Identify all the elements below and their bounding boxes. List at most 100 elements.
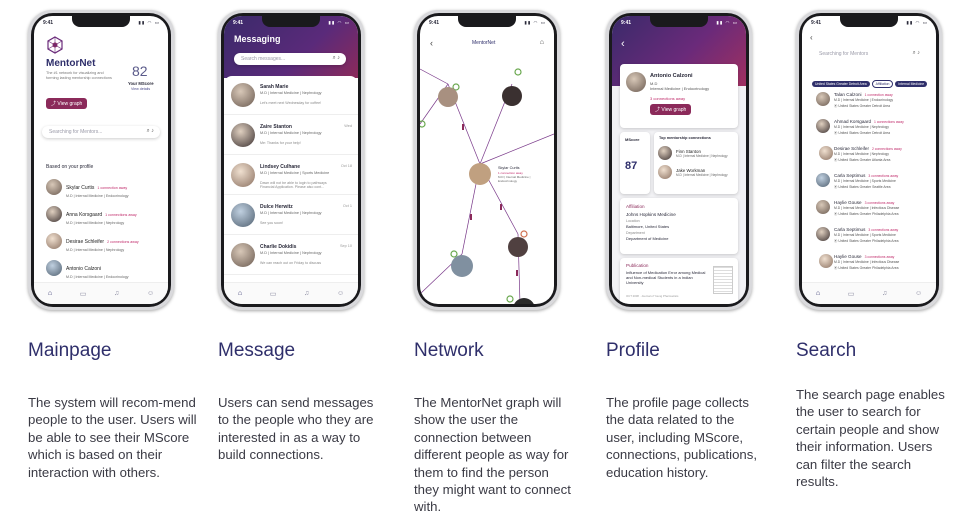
thread-meta: M.D | Internal Medicine | Nephrology: [260, 91, 322, 95]
result-item[interactable]: Carla Septimus 3 connections away M.D | In…: [816, 171, 930, 197]
thread-preview: Let's meet next Wednesday for coffee!: [260, 101, 322, 105]
thread-preview: Me: Thanks for your help!: [260, 141, 301, 145]
home-icon[interactable]: ⌂: [816, 290, 820, 297]
avatar: [231, 243, 255, 267]
message-thread[interactable]: Sarah Marie M.D | Internal Medicine | Nep…: [224, 76, 358, 115]
back-icon[interactable]: ‹: [810, 33, 813, 42]
thread-meta: M.D | Internal Medicine | Nephrology: [260, 251, 322, 255]
avatar: [46, 233, 62, 249]
department-label: Department: [626, 231, 645, 235]
publication-card[interactable]: Publication Influence of Medication Erro…: [620, 258, 738, 304]
mscore-value: 82: [132, 63, 148, 79]
result-item[interactable]: Talan Calzoni 1 connection away M.D | Inte…: [816, 90, 930, 116]
list-item[interactable]: Anna Korsgaard 1 connections away M.D | In…: [46, 203, 164, 225]
connection-distance: 2 connections away: [107, 240, 139, 244]
connection-distance: 1 connection away: [97, 186, 128, 190]
search-icon: ⌕ ♪: [912, 50, 920, 56]
person-name: Skylar Curtis: [66, 185, 95, 191]
focus-name: Skylar Curtis: [498, 166, 520, 170]
status-icons: ▮▮ ◠ ▭: [138, 20, 160, 25]
user-icon[interactable]: ☺: [915, 290, 922, 297]
result-item[interactable]: Haylie Gouse 3 connections away M.D | Inte…: [816, 252, 930, 278]
page-title: Messaging: [234, 34, 281, 44]
bell-icon[interactable]: ♫: [304, 290, 309, 297]
view-graph-button[interactable]: ⤴ View graph: [650, 104, 692, 115]
avatar: [819, 254, 833, 268]
chat-icon[interactable]: ▭: [848, 290, 855, 298]
list-item[interactable]: Antonio Calzoni M.D | Internal Medicine |…: [46, 257, 164, 279]
search-input[interactable]: Searching for Mentors ⌕ ♪: [812, 48, 926, 60]
thread-time: Oct 18: [340, 164, 352, 168]
network-phone: 9:41 ▮▮ ◠ ▭ ‹ MentorNet ⌂ Skylar Curtis …: [414, 10, 560, 310]
result-meta: M.D | Internal Medicine | Nephrology: [834, 152, 889, 156]
filter-chip[interactable]: Internal Medicine: [895, 81, 928, 87]
bell-icon[interactable]: ♫: [882, 290, 887, 297]
connection-distance: 3 connections away: [868, 174, 899, 178]
chat-icon[interactable]: ▭: [80, 290, 87, 298]
back-icon[interactable]: ‹: [621, 38, 625, 50]
home-icon[interactable]: ⌂: [540, 39, 544, 46]
mscore-label: MScore: [625, 137, 640, 142]
avatar: [816, 173, 830, 187]
user-icon[interactable]: ☺: [147, 290, 154, 297]
publication-thumbnail: [713, 266, 733, 294]
result-location: United States Greater Atlanta Area: [838, 158, 891, 162]
back-icon[interactable]: ‹: [430, 38, 433, 48]
page-title: MentorNet: [472, 40, 496, 46]
person-meta: M.D | Internal Medicine | Nephrology: [66, 221, 125, 225]
result-meta: M.D | Internal Medicine | Infectious Dis…: [834, 260, 900, 264]
mscore-card: MScore 87: [620, 132, 650, 194]
search-input[interactable]: Search messages... ⌕ ♪: [234, 53, 346, 65]
connection-item[interactable]: Jake Workman M.D | Internal Medicine | Ne…: [658, 165, 736, 179]
thread-meta: M.D | Internal Medicine | Sports Medicin…: [260, 171, 330, 175]
home-icon[interactable]: ⌂: [48, 290, 52, 297]
list-item[interactable]: Skylar Curtis 1 connection away M.D | Inte…: [46, 176, 164, 198]
logo-icon: [46, 36, 64, 59]
search-icon: ⌕ ♪: [146, 128, 154, 134]
mscore-label: Your MScore: [128, 81, 154, 86]
thread-time: Oct 1: [342, 204, 352, 208]
view-graph-button[interactable]: ⤴ View graph: [46, 98, 88, 109]
avatar: [658, 165, 672, 179]
filter-chip[interactable]: United States Greater Detroit Area: [812, 81, 870, 87]
tab-bar: ⌂ ▭ ♫ ☺: [224, 282, 358, 304]
location-label: Location: [626, 219, 640, 223]
result-item[interactable]: Haylie Gouse 3 connections away M.D | Inte…: [816, 198, 930, 224]
bell-icon[interactable]: ♫: [114, 290, 119, 297]
section-title: Based on your profile: [46, 164, 94, 170]
filter-chip[interactable]: Affiliation: [871, 80, 894, 88]
result-meta: M.D | Internal Medicine | Nephrology: [834, 125, 889, 129]
person-name: Desirae Schleifer: [66, 239, 105, 245]
focus-meta: M.D | Internal Medicine | Endocrinology: [498, 175, 531, 183]
message-thread[interactable]: Dulce Herwitz Oct 1 M.D | Internal Medicin…: [224, 196, 358, 235]
caption-title: Network: [414, 340, 484, 361]
thread-name: Charlie Dokidis: [260, 244, 297, 250]
message-thread[interactable]: Lindsey Culhane Oct 18 M.D | Internal Medi…: [224, 156, 358, 195]
connection-item[interactable]: Finn Stanton M.D | Internal Medicine | Ne…: [658, 146, 736, 160]
message-column: 9:41 ▮▮ ◠ ▭ Messaging Search messages...…: [218, 0, 408, 526]
home-icon[interactable]: ⌂: [238, 290, 242, 297]
mscore-value: 87: [625, 160, 638, 172]
search-input[interactable]: Searching for Mentors... ⌕ ♪: [42, 126, 160, 138]
tab-bar: ⌂ ▭ ♫ ☺: [34, 282, 168, 304]
thread-preview: Dawn will not be able to login to pathwa…: [260, 181, 327, 189]
search-screen: 9:41 ▮▮ ◠ ▭ ‹ Searching for Mentors ⌕ ♪ …: [802, 16, 936, 304]
affiliation-label: Affiliation: [626, 204, 645, 209]
result-item[interactable]: Carla Septimus 3 connections away M.D | In…: [816, 225, 930, 251]
chat-icon[interactable]: ▭: [270, 290, 277, 298]
thread-meta: M.D | Internal Medicine | Nephrology: [260, 211, 322, 215]
caption-title: Mainpage: [28, 340, 112, 361]
message-screen: 9:41 ▮▮ ◠ ▭ Messaging Search messages...…: [224, 16, 358, 304]
result-item[interactable]: Desirae Schleifer 2 connections away M.D |…: [816, 144, 930, 170]
publication-title: Influence of Medication Error among Medi…: [626, 270, 706, 285]
profile-specialty: Internal Medicine | Endocrinology: [650, 86, 710, 91]
message-thread[interactable]: Zaire Stanton Wed M.D | Internal Medicine …: [224, 116, 358, 155]
view-details-link[interactable]: View details: [131, 87, 150, 91]
mainpage-column: 9:41 ▮▮ ◠ ▭ MentorNet The #1 network for…: [28, 0, 218, 526]
result-name: Carla Septimus: [834, 227, 866, 232]
message-thread[interactable]: Charlie Dokidis Sep 10 M.D | Internal Medi…: [224, 236, 358, 275]
thread-preview: We can reach out on Friday to discuss: [260, 261, 322, 265]
user-icon[interactable]: ☺: [337, 290, 344, 297]
list-item[interactable]: Desirae Schleifer 2 connections away M.D |…: [46, 230, 164, 252]
result-item[interactable]: Ahmad Korsgaard 1 connections away M.D | I…: [816, 117, 930, 143]
